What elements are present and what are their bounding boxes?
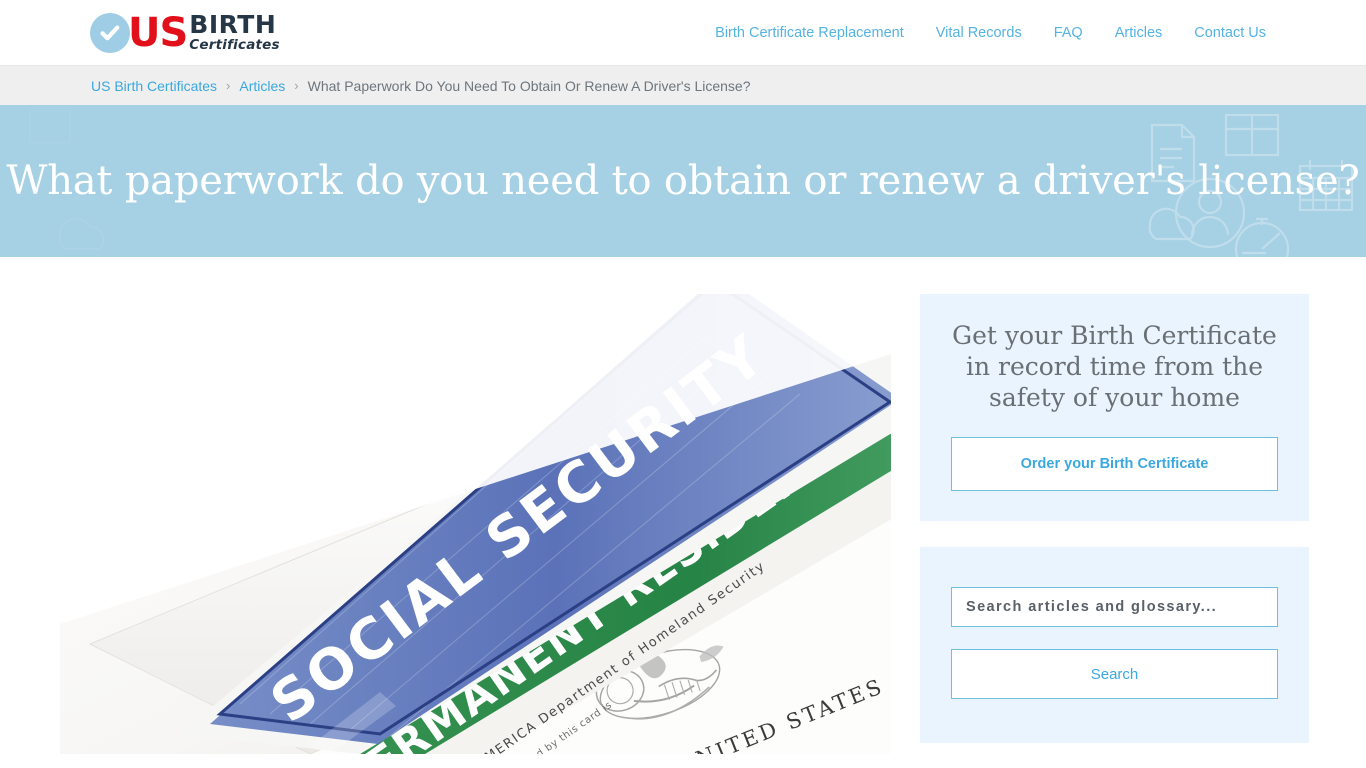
nav-item-faq[interactable]: FAQ (1054, 25, 1083, 41)
sidebar: Get your Birth Certificate in record tim… (920, 294, 1309, 768)
search-input[interactable] (951, 587, 1278, 627)
breadcrumb-separator-icon: › (294, 78, 299, 93)
cta-card: Get your Birth Certificate in record tim… (920, 294, 1309, 521)
breadcrumb-item-current: What Paperwork Do You Need To Obtain Or … (307, 77, 751, 94)
nav-item-contact-us[interactable]: Contact Us (1194, 25, 1266, 41)
breadcrumb-item-home[interactable]: US Birth Certificates (91, 78, 217, 94)
site-logo[interactable]: US BIRTH Certificates (90, 9, 280, 56)
logo-certificates-text: Certificates (189, 37, 280, 54)
logo-us-text: US (128, 9, 188, 56)
article-hero-image: UNITED STATES OF PERMANENT RESIDENT CARD… (60, 294, 891, 754)
article-column: UNITED STATES OF PERMANENT RESIDENT CARD… (60, 294, 891, 768)
search-button[interactable]: Search (951, 649, 1278, 699)
nav-item-vital-records[interactable]: Vital Records (936, 25, 1022, 41)
logo-birth-text: BIRTH (189, 9, 277, 39)
site-header: US BIRTH Certificates Birth Certificate … (0, 0, 1366, 65)
breadcrumb-item-articles[interactable]: Articles (239, 78, 285, 94)
cta-heading: Get your Birth Certificate in record tim… (952, 321, 1277, 412)
breadcrumb: US Birth Certificates › Articles › What … (91, 78, 751, 94)
check-circle-icon (90, 12, 130, 53)
breadcrumb-bar: US Birth Certificates › Articles › What … (0, 65, 1366, 105)
main-navigation: Birth Certificate Replacement Vital Reco… (715, 0, 1266, 65)
page-content: UNITED STATES OF PERMANENT RESIDENT CARD… (0, 257, 1366, 768)
breadcrumb-separator-icon: › (226, 78, 231, 93)
search-card: Search (920, 547, 1309, 743)
nav-item-birth-certificate-replacement[interactable]: Birth Certificate Replacement (715, 25, 904, 41)
order-birth-certificate-button[interactable]: Order your Birth Certificate (951, 437, 1278, 491)
hero-banner: What paperwork do you need to obtain or … (0, 105, 1366, 257)
page-title: What paperwork do you need to obtain or … (6, 158, 1360, 204)
nav-item-articles[interactable]: Articles (1115, 25, 1163, 41)
